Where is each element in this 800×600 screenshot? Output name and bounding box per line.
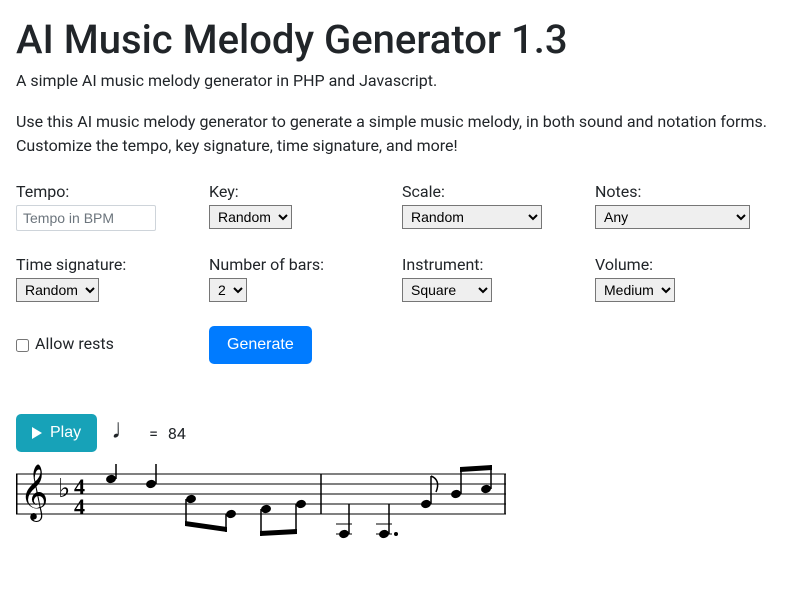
description: Use this AI music melody generator to ge… xyxy=(16,110,784,158)
play-button[interactable]: Play xyxy=(16,414,97,452)
instrument-group: Instrument: Square xyxy=(402,255,583,302)
subtitle: A simple AI music melody generator in PH… xyxy=(16,71,784,90)
allow-rests-group: Allow rests xyxy=(16,326,197,364)
play-icon xyxy=(32,427,42,439)
bars-label: Number of bars: xyxy=(209,255,390,274)
time-sig-bottom: 4 xyxy=(74,494,85,519)
tempo-group: Tempo: xyxy=(16,182,197,231)
note xyxy=(336,504,352,539)
volume-group: Volume: Medium xyxy=(595,255,776,302)
output-section: Play ♩ = 84 𝄞 ♭ 4 4 xyxy=(16,414,784,554)
time-signature-group: Time signature: Random xyxy=(16,255,197,302)
time-signature-label: Time signature: xyxy=(16,255,197,274)
allow-rests-checkbox[interactable] xyxy=(16,339,29,352)
bars-select[interactable]: 2 xyxy=(209,278,247,302)
volume-label: Volume: xyxy=(595,255,776,274)
form-grid: Tempo: Key: Random Scale: Random Notes: … xyxy=(16,182,776,364)
note xyxy=(105,464,157,489)
instrument-label: Instrument: xyxy=(402,255,583,274)
quarter-note-icon: ♩ xyxy=(111,415,139,443)
allow-rests-label: Allow rests xyxy=(35,334,114,353)
page-title: AI Music Melody Generator 1.3 xyxy=(16,16,784,63)
instrument-select[interactable]: Square xyxy=(402,278,492,302)
scale-label: Scale: xyxy=(402,182,583,201)
notes-group: Notes: Any xyxy=(595,182,776,231)
note xyxy=(185,494,237,532)
tempo-input[interactable] xyxy=(16,205,156,231)
music-notation: 𝄞 ♭ 4 4 xyxy=(16,464,506,554)
tempo-display: ♩ = 84 xyxy=(111,419,186,447)
tempo-equals: = xyxy=(149,424,158,443)
scale-select[interactable]: Random xyxy=(402,205,542,229)
tempo-bpm: 84 xyxy=(168,424,186,443)
treble-clef-icon: 𝄞 xyxy=(20,465,48,522)
notes-label: Notes: xyxy=(595,182,776,201)
time-signature-select[interactable]: Random xyxy=(16,278,99,302)
scale-group: Scale: Random xyxy=(402,182,583,231)
tempo-label: Tempo: xyxy=(16,182,197,201)
generate-button[interactable]: Generate xyxy=(209,326,312,364)
key-label: Key: xyxy=(209,182,390,201)
key-group: Key: Random xyxy=(209,182,390,231)
note xyxy=(376,504,398,539)
play-row: Play ♩ = 84 xyxy=(16,414,784,452)
play-button-label: Play xyxy=(50,424,81,442)
generate-group: Generate xyxy=(209,326,390,364)
notes-select[interactable]: Any xyxy=(595,205,750,229)
bars-group: Number of bars: 2 xyxy=(209,255,390,302)
flat-icon: ♭ xyxy=(58,474,70,503)
volume-select[interactable]: Medium xyxy=(595,278,675,302)
key-select[interactable]: Random xyxy=(209,205,292,229)
